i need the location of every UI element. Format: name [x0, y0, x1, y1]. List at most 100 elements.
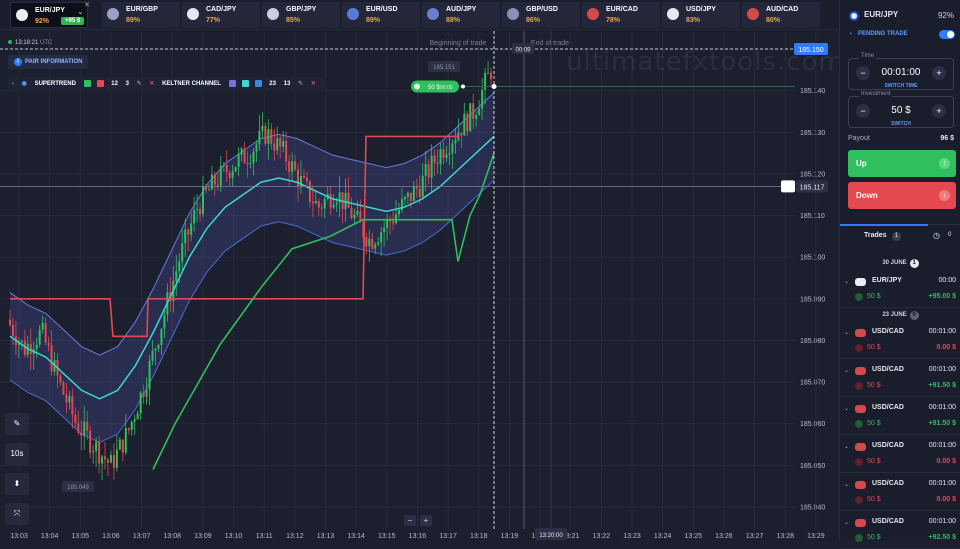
asset-flag-icon	[849, 11, 859, 21]
asset-tab-aud-jpy[interactable]: AUD/JPY 88%	[422, 2, 500, 28]
candle-body	[442, 149, 445, 159]
candle-body	[403, 196, 406, 200]
asset-tab-eur-usd[interactable]: EUR/USD 89%	[342, 2, 420, 28]
chevron-down-icon: ⌄	[844, 520, 850, 526]
supertrend-up-swatch[interactable]	[83, 79, 91, 87]
candle-body	[65, 394, 68, 403]
x-tick-label: 13:27	[746, 533, 764, 540]
history-clock-icon[interactable]: ◷	[933, 231, 940, 240]
indicators-button[interactable]: ⤧	[5, 503, 29, 525]
time-increase-button[interactable]: +	[932, 66, 946, 80]
open-trade-dot	[461, 84, 465, 89]
switch-link[interactable]: SWITCH	[849, 121, 953, 127]
pair-information-button[interactable]: i PAIR INFORMATION	[8, 55, 89, 69]
trade-history-item[interactable]: ⌄ EUR/JPY 00:00 ↑ 50 $ +95.00 $	[840, 272, 960, 308]
trades-count-badge: 1	[892, 232, 901, 241]
x-tick-label: 13:10	[225, 533, 243, 540]
candle-body	[231, 171, 234, 178]
asset-tab-gbp-usd[interactable]: GBP/USD 86%	[502, 2, 580, 28]
candle-body	[350, 207, 353, 219]
candle-body	[466, 113, 469, 132]
close-tab-icon[interactable]: ✕	[84, 1, 90, 9]
tab-pair-label: GBP/USD	[526, 6, 558, 13]
edit-icon[interactable]: ✎	[298, 81, 303, 87]
keltner-band-swatch[interactable]	[228, 79, 236, 87]
investment-increase-button[interactable]: +	[932, 104, 946, 118]
candle-body	[320, 207, 323, 209]
tab-payout-percent: 85%	[286, 17, 301, 24]
down-button[interactable]: Down ↓	[848, 182, 956, 209]
trade-history-item[interactable]: ⌄ USD/CAD 00:01:00 ↓ 50 $ 0.00 $	[840, 475, 960, 511]
chart-area[interactable]: 185.140 185.130 185.120 185.110 185.100 185.0…	[0, 31, 844, 540]
candle-body	[130, 421, 133, 431]
candle-body	[199, 208, 202, 215]
trade-history-item[interactable]: ⌄ USD/CAD 00:01:00 ↓ 50 $ +91.50 $	[840, 361, 960, 397]
trade-amount: 50 $	[867, 496, 881, 503]
eye-icon[interactable]: ◉	[22, 81, 27, 87]
trade-result: 0.00 $	[936, 344, 956, 351]
date-group-23-june: 23 JUNE 9	[840, 311, 960, 320]
asset-tab-eur-gbp[interactable]: EUR/GBP 89%	[102, 2, 180, 28]
up-button[interactable]: Up ↑	[848, 150, 956, 177]
trade-history-item[interactable]: ⌄ USD/CAD 00:01:00 ↓ 50 $ 0.00 $	[840, 323, 960, 359]
tab-pair-label: CAD/JPY	[206, 6, 237, 13]
trade-result: 0.00 $	[936, 496, 956, 503]
candle-body	[276, 138, 279, 151]
time-input[interactable]: Time − 00:01:00 + SWITCH TIME	[848, 53, 954, 90]
info-icon: i	[14, 58, 22, 66]
candle-body	[47, 342, 50, 346]
candle-body	[439, 149, 442, 165]
trade-history-item[interactable]: ⌄ USD/CAD 00:01:00 ↑ 50 $ +92.50 $	[840, 513, 960, 549]
currency-flag-icon	[427, 8, 439, 20]
candle-body	[249, 163, 252, 165]
candle-body	[104, 456, 107, 460]
draw-tool-button[interactable]: ✎	[5, 413, 29, 435]
chevron-down-icon[interactable]: ⌄	[77, 7, 84, 16]
asset-tab-cad-jpy[interactable]: CAD/JPY 77%	[182, 2, 260, 28]
asset-tab-usd-jpy[interactable]: USD/JPY 83%	[662, 2, 740, 28]
candle-body	[395, 214, 398, 224]
currency-flag-icon	[16, 9, 28, 21]
candle-body	[219, 165, 222, 186]
keltner-lower-swatch[interactable]	[254, 79, 262, 87]
chart-type-button[interactable]: ⬍	[5, 473, 29, 495]
trade-history-item[interactable]: ⌄ USD/CAD 00:01:00 ↓ 50 $ 0.00 $	[840, 437, 960, 473]
trade-history-item[interactable]: ⌄ USD/CAD 00:01:00 ↑ 50 $ +91.50 $	[840, 399, 960, 435]
low-marker-label: 185.049	[67, 485, 89, 491]
candle-body	[445, 154, 448, 159]
candle-body	[145, 389, 148, 397]
tab-trades[interactable]: Trades	[864, 232, 887, 239]
candle-body	[383, 227, 386, 232]
collapse-icon[interactable]: ‹	[12, 81, 14, 87]
x-tick-label: 13:14	[347, 533, 365, 540]
asset-tab-eur-jpy[interactable]: EUR/JPY 92% +95 $ ⌄ ✕	[10, 1, 90, 28]
remove-icon[interactable]: ✕	[311, 81, 316, 87]
tab-pair-label: AUD/CAD	[766, 6, 799, 13]
alert-bell-icon[interactable]	[781, 180, 795, 193]
panel-pair[interactable]: EUR/JPY	[864, 10, 898, 19]
payout-value: 96 $	[940, 135, 954, 142]
trade-amount: 50 $	[867, 458, 881, 465]
supertrend-down-swatch[interactable]	[96, 79, 104, 87]
candle-body	[430, 155, 433, 178]
candle-body	[294, 161, 297, 170]
keltner-mid-swatch[interactable]	[241, 79, 249, 87]
candle-body	[216, 184, 219, 186]
tab-pair-label: GBP/JPY	[286, 6, 317, 13]
timeframe-button[interactable]: 10s	[5, 443, 29, 465]
candle-body	[380, 231, 383, 243]
pair-information-label: PAIR INFORMATION	[25, 59, 83, 65]
pending-trade-toggle[interactable]	[939, 30, 955, 39]
price-chart[interactable]: 185.140 185.130 185.120 185.110 185.100 185.0…	[0, 31, 838, 540]
candle-body	[305, 177, 308, 182]
switch-time-link[interactable]: SWITCH TIME	[849, 83, 953, 89]
investment-input[interactable]: Investment − 50 $ + SWITCH	[848, 91, 954, 128]
edit-icon[interactable]: ✎	[137, 81, 142, 87]
asset-tab-gbp-jpy[interactable]: GBP/JPY 85%	[262, 2, 340, 28]
asset-tab-aud-cad[interactable]: AUD/CAD 80%	[742, 2, 820, 28]
asset-tab-eur-cad[interactable]: EUR/CAD 78%	[582, 2, 660, 28]
remove-icon[interactable]: ✕	[149, 81, 154, 87]
tab-pair-label: EUR/USD	[366, 6, 398, 13]
candle-body	[252, 151, 255, 164]
candle-body	[181, 243, 184, 262]
